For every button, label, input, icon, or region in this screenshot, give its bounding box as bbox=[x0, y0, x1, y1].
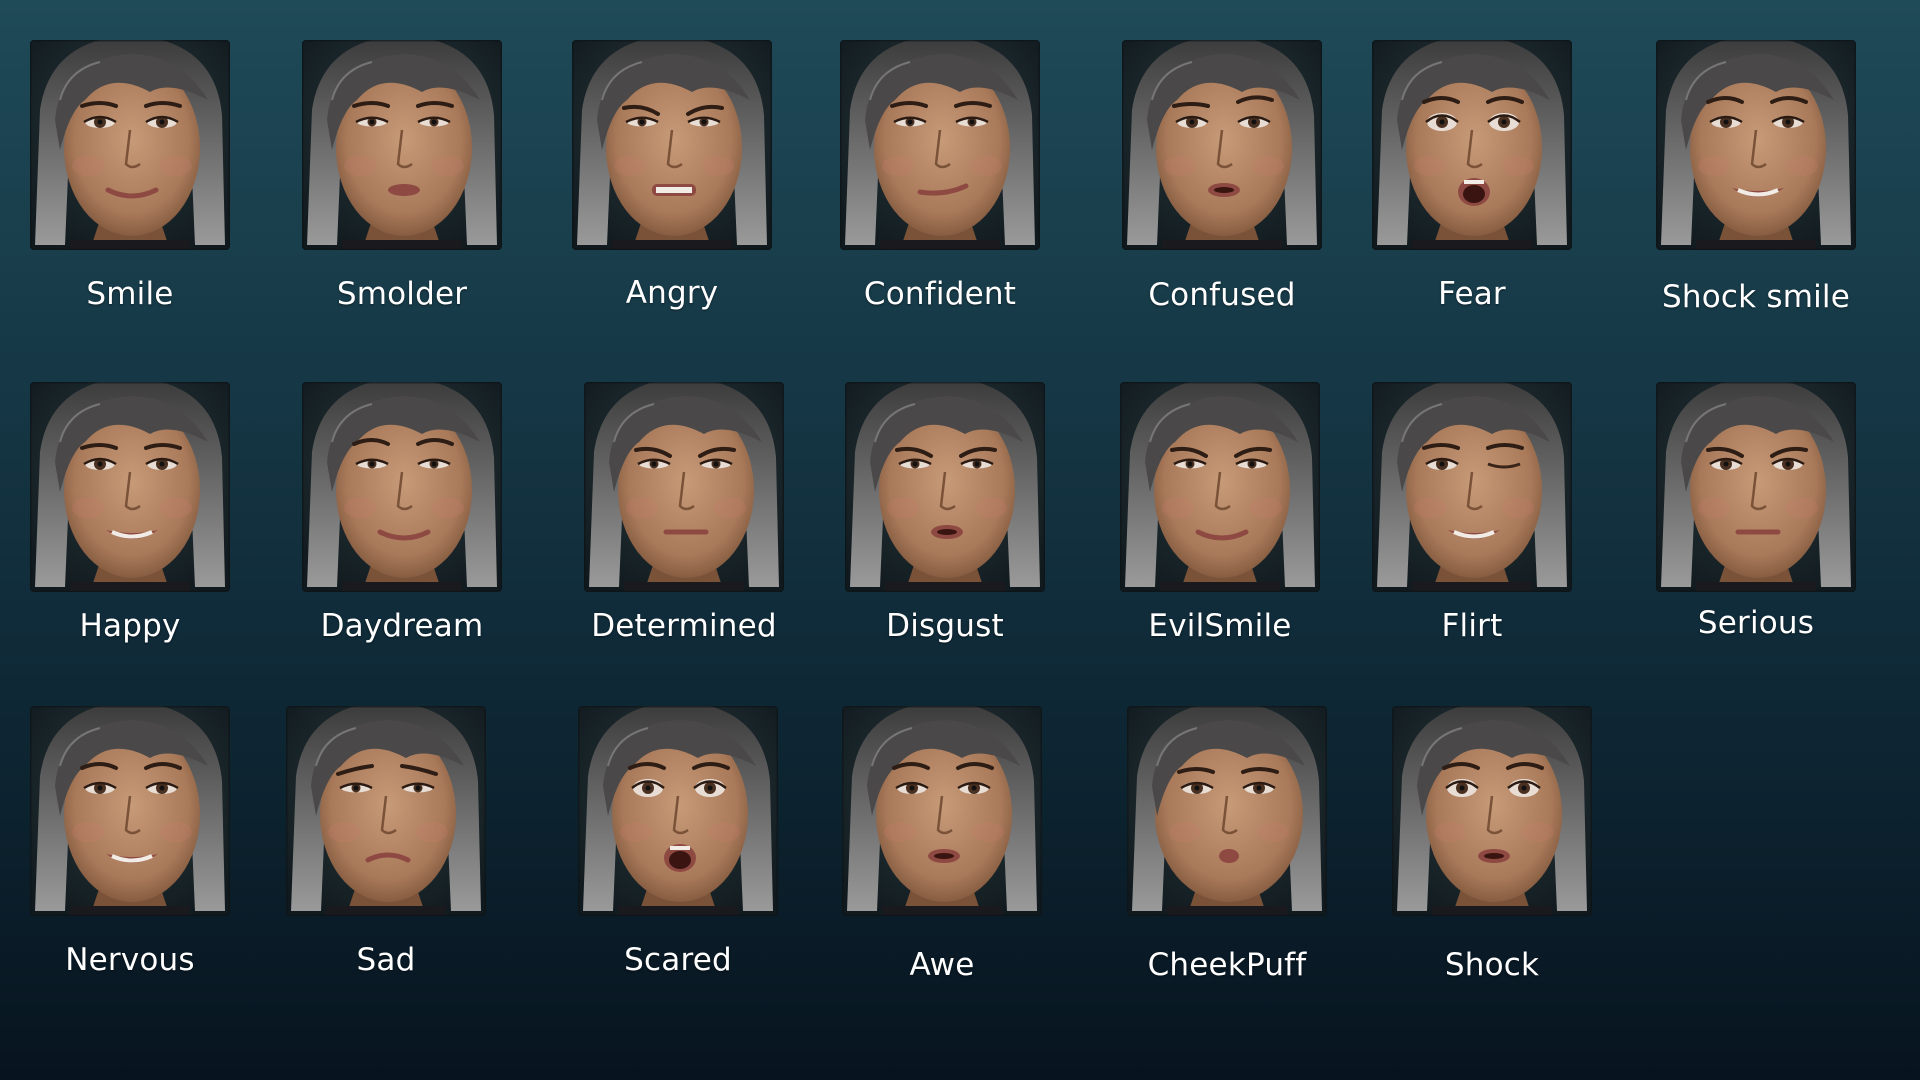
expression-tile-nervous: Nervous bbox=[0, 706, 260, 1006]
expression-tile-smolder: Smolder bbox=[272, 40, 532, 340]
face-portrait-angry bbox=[572, 40, 772, 250]
expression-tile-cheekpuff: CheekPuff bbox=[1097, 706, 1357, 1006]
face-illustration bbox=[572, 40, 772, 250]
expression-tile-fear: Fear bbox=[1342, 40, 1602, 340]
expression-label: EvilSmile bbox=[1148, 608, 1292, 644]
face-portrait-scared bbox=[578, 706, 778, 916]
expression-label: Shock smile bbox=[1662, 279, 1850, 315]
face-portrait-happy bbox=[30, 382, 230, 592]
expression-tile-scared: Scared bbox=[548, 706, 808, 1006]
expression-tile-awe: Awe bbox=[812, 706, 1072, 1006]
face-portrait-smolder bbox=[302, 40, 502, 250]
face-illustration bbox=[30, 382, 230, 592]
face-illustration bbox=[1372, 40, 1572, 250]
expression-label: Serious bbox=[1697, 605, 1815, 641]
face-portrait-shock-smile bbox=[1656, 40, 1856, 250]
expression-tile-evilsmile: EvilSmile bbox=[1090, 382, 1350, 682]
expression-tile-shock-smile: Shock smile bbox=[1626, 40, 1886, 340]
face-illustration bbox=[302, 382, 502, 592]
expression-label: Smolder bbox=[336, 276, 468, 312]
face-portrait-evilsmile bbox=[1120, 382, 1320, 592]
face-illustration bbox=[1656, 40, 1856, 250]
face-illustration bbox=[842, 706, 1042, 916]
expression-tile-flirt: Flirt bbox=[1342, 382, 1602, 682]
face-portrait-smile bbox=[30, 40, 230, 250]
expression-label: Angry bbox=[625, 275, 719, 311]
face-illustration bbox=[30, 706, 230, 916]
expression-tile-determined: Determined bbox=[554, 382, 814, 682]
expression-label: Confused bbox=[1148, 277, 1296, 313]
face-illustration bbox=[1392, 706, 1592, 916]
face-illustration bbox=[302, 40, 502, 250]
expression-tile-shock: Shock bbox=[1362, 706, 1622, 1006]
face-illustration bbox=[1372, 382, 1572, 592]
expression-tile-serious: Serious bbox=[1626, 382, 1886, 682]
expression-label: Daydream bbox=[320, 608, 484, 644]
face-illustration bbox=[845, 382, 1045, 592]
face-portrait-nervous bbox=[30, 706, 230, 916]
face-illustration bbox=[30, 40, 230, 250]
face-illustration bbox=[840, 40, 1040, 250]
face-portrait-shock bbox=[1392, 706, 1592, 916]
expression-label: Disgust bbox=[886, 608, 1004, 644]
expression-tile-disgust: Disgust bbox=[815, 382, 1075, 682]
face-portrait-cheekpuff bbox=[1127, 706, 1327, 916]
expression-tile-confident: Confident bbox=[810, 40, 1070, 340]
expression-tile-angry: Angry bbox=[542, 40, 802, 340]
expression-label: Happy bbox=[79, 608, 181, 644]
expression-label: CheekPuff bbox=[1147, 947, 1307, 983]
face-portrait-determined bbox=[584, 382, 784, 592]
expression-label: Nervous bbox=[65, 942, 195, 978]
face-illustration bbox=[584, 382, 784, 592]
face-illustration bbox=[1656, 382, 1856, 592]
face-portrait-daydream bbox=[302, 382, 502, 592]
face-portrait-fear bbox=[1372, 40, 1572, 250]
expression-tile-happy: Happy bbox=[0, 382, 260, 682]
face-illustration bbox=[286, 706, 486, 916]
expression-label: Awe bbox=[909, 947, 975, 983]
face-illustration bbox=[1122, 40, 1322, 250]
face-portrait-confused bbox=[1122, 40, 1322, 250]
expression-label: Sad bbox=[356, 942, 416, 978]
expression-tile-daydream: Daydream bbox=[272, 382, 532, 682]
expression-tile-sad: Sad bbox=[256, 706, 516, 1006]
expression-sheet: Smile Smolder Angry Confident Confused F… bbox=[0, 0, 1920, 1080]
face-portrait-awe bbox=[842, 706, 1042, 916]
expression-label: Smile bbox=[86, 276, 174, 312]
expression-label: Shock bbox=[1444, 947, 1540, 983]
face-portrait-sad bbox=[286, 706, 486, 916]
expression-tile-confused: Confused bbox=[1092, 40, 1352, 340]
face-portrait-confident bbox=[840, 40, 1040, 250]
face-illustration bbox=[578, 706, 778, 916]
expression-label: Confident bbox=[863, 276, 1017, 312]
face-portrait-serious bbox=[1656, 382, 1856, 592]
face-portrait-disgust bbox=[845, 382, 1045, 592]
expression-label: Scared bbox=[624, 942, 732, 978]
expression-label: Flirt bbox=[1441, 608, 1503, 644]
expression-label: Determined bbox=[591, 608, 777, 644]
expression-label: Fear bbox=[1438, 276, 1506, 312]
face-illustration bbox=[1127, 706, 1327, 916]
face-illustration bbox=[1120, 382, 1320, 592]
face-portrait-flirt bbox=[1372, 382, 1572, 592]
expression-tile-smile: Smile bbox=[0, 40, 260, 340]
